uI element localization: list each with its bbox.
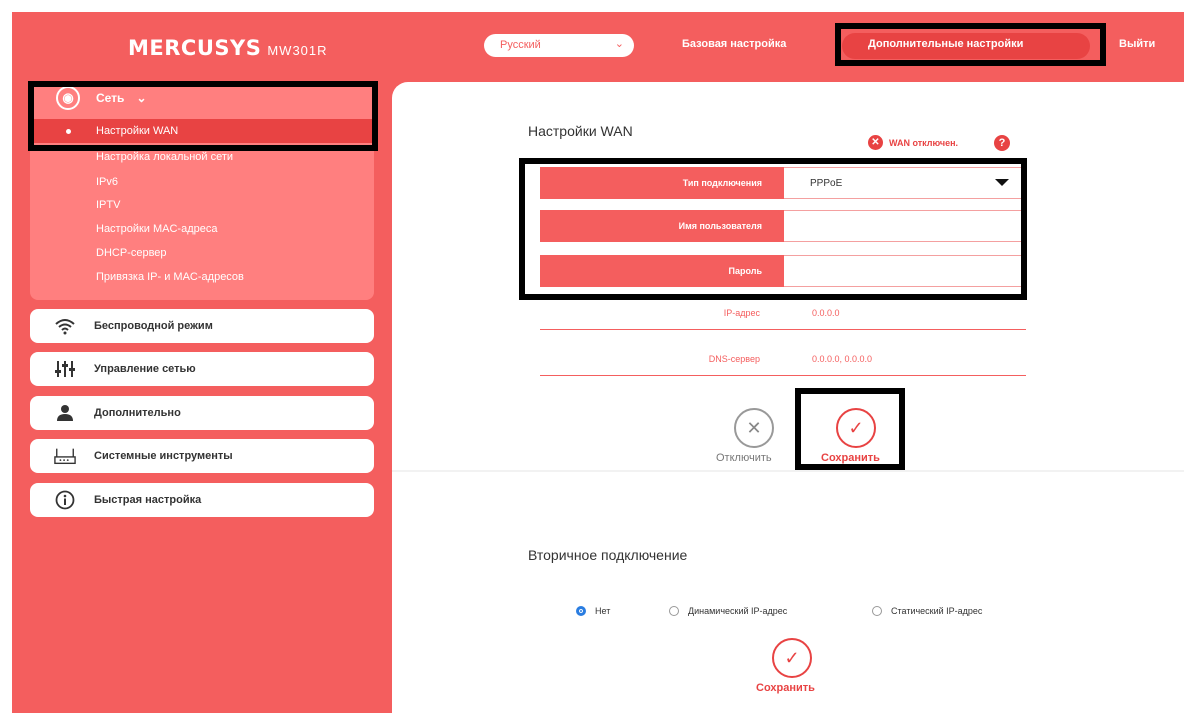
sidebar-item-wan[interactable]: Настройки WAN [96,125,178,137]
language-select[interactable]: Русский ⌄ [484,34,634,57]
password-input[interactable] [784,255,1026,287]
nav-advanced-settings[interactable]: Дополнительные настройки [842,33,1090,59]
radio-dynamic-ip[interactable]: Динамический IP-адрес [669,606,787,616]
sidebar-quick-setup-label: Быстрая настройка [94,494,202,506]
radio-unselected-icon [872,606,882,616]
secondary-save-button[interactable]: ✓ [772,638,812,678]
secondary-section-title: Вторичное подключение [528,547,688,563]
username-input[interactable] [784,210,1026,242]
radio-selected-icon [576,606,586,616]
connection-type-select[interactable]: PPPoE [784,167,1026,199]
active-dot [66,129,71,134]
ip-address-value: 0.0.0.0 [812,308,840,318]
chevron-down-icon: ⌄ [614,38,624,50]
nav-basic-settings[interactable]: Базовая настройка [682,38,786,50]
sidebar-advanced-label: Дополнительно [94,407,181,419]
user-icon [54,402,76,424]
radio-static-ip[interactable]: Статический IP-адрес [872,606,982,616]
model-name: MW301R [267,43,328,58]
password-label: Пароль [540,255,784,287]
close-icon: ✕ [746,417,762,438]
disconnect-label[interactable]: Отключить [716,452,772,464]
sidebar-item-mac[interactable]: Настройки MAC-адреса [96,223,218,235]
error-icon: ✕ [868,135,883,150]
radio-none[interactable]: Нет [576,606,610,616]
wan-section-title: Настройки WAN [528,123,633,139]
language-value: Русский [500,39,541,51]
sidebar-system-tools-label: Системные инструменты [94,450,233,462]
sidebar-item-ipv6[interactable]: IPv6 [96,176,118,188]
router-admin-app: MERCUSYS MW301R Русский ⌄ Базовая настро… [12,12,1184,713]
sidebar-item-advanced[interactable]: Дополнительно [30,396,374,430]
dns-server-value: 0.0.0.0, 0.0.0.0 [812,354,873,364]
help-icon[interactable]: ? [994,135,1010,151]
info-icon [54,489,76,511]
sidebar-item-system-tools[interactable]: Системные инструменты [30,439,374,473]
brand-name: MERCUSYS [128,36,262,60]
save-button[interactable]: ✓ [836,408,876,448]
sidebar-active-highlight [30,119,374,143]
sidebar-item-network[interactable]: ◉ Сеть ⌄ [30,82,374,114]
username-row: Имя пользователя [540,210,1026,242]
password-row: Пароль [540,255,1026,287]
dns-server-row: DNS-сервер 0.0.0.0, 0.0.0.0 [540,348,1026,376]
wan-status: ✕ WAN отключен. [868,135,958,150]
logout-link[interactable]: Выйти [1119,38,1155,50]
sidebar-item-dhcp[interactable]: DHCP-сервер [96,247,167,259]
connection-type-row: Тип подключения PPPoE [540,167,1026,199]
globe-icon: ◉ [56,86,80,110]
screen: MERCUSYS MW301R Русский ⌄ Базовая настро… [0,0,1184,713]
radio-static-ip-label: Статический IP-адрес [891,606,983,616]
check-icon: ✓ [848,417,864,438]
content-panel: Настройки WAN ✕ WAN отключен. ? Тип подк… [392,82,1184,713]
connection-type-value: PPPoE [810,178,843,189]
sidebar-item-iptv[interactable]: IPTV [96,199,120,211]
sidebar-network-control-label: Управление сетью [94,363,196,375]
sidebar-item-network-control[interactable]: Управление сетью [30,352,374,386]
secondary-save-label[interactable]: Сохранить [756,682,815,694]
sidebar-network-group [30,82,374,300]
dropdown-arrow-icon [995,179,1009,186]
router-icon [54,445,76,467]
save-label[interactable]: Сохранить [821,452,880,464]
username-label: Имя пользователя [540,210,784,242]
chevron-down-icon: ⌄ [136,91,147,105]
radio-unselected-icon [669,606,679,616]
wifi-icon [54,315,76,337]
section-divider [392,470,1184,472]
wan-status-text: WAN отключен. [889,137,959,148]
sidebar-network-label: Сеть [96,91,125,105]
ip-address-row: IP-адрес 0.0.0.0 [540,302,1026,330]
connection-type-label: Тип подключения [540,167,784,199]
disconnect-button[interactable]: ✕ [734,408,774,448]
sidebar-item-lan[interactable]: Настройка локальной сети [96,151,233,163]
sidebar-wireless-label: Беспроводной режим [94,320,213,332]
check-icon: ✓ [784,647,800,668]
ip-address-label: IP-адрес [723,308,760,318]
sliders-icon [54,358,76,380]
sidebar-item-wireless[interactable]: Беспроводной режим [30,309,374,343]
dns-server-label: DNS-сервер [708,354,760,364]
brand-logo: MERCUSYS MW301R [128,36,328,60]
sidebar-item-ip-mac-binding[interactable]: Привязка IP- и MAC-адресов [96,271,244,283]
radio-none-label: Нет [595,606,611,616]
radio-dynamic-ip-label: Динамический IP-адрес [688,606,788,616]
sidebar-item-quick-setup[interactable]: Быстрая настройка [30,483,374,517]
